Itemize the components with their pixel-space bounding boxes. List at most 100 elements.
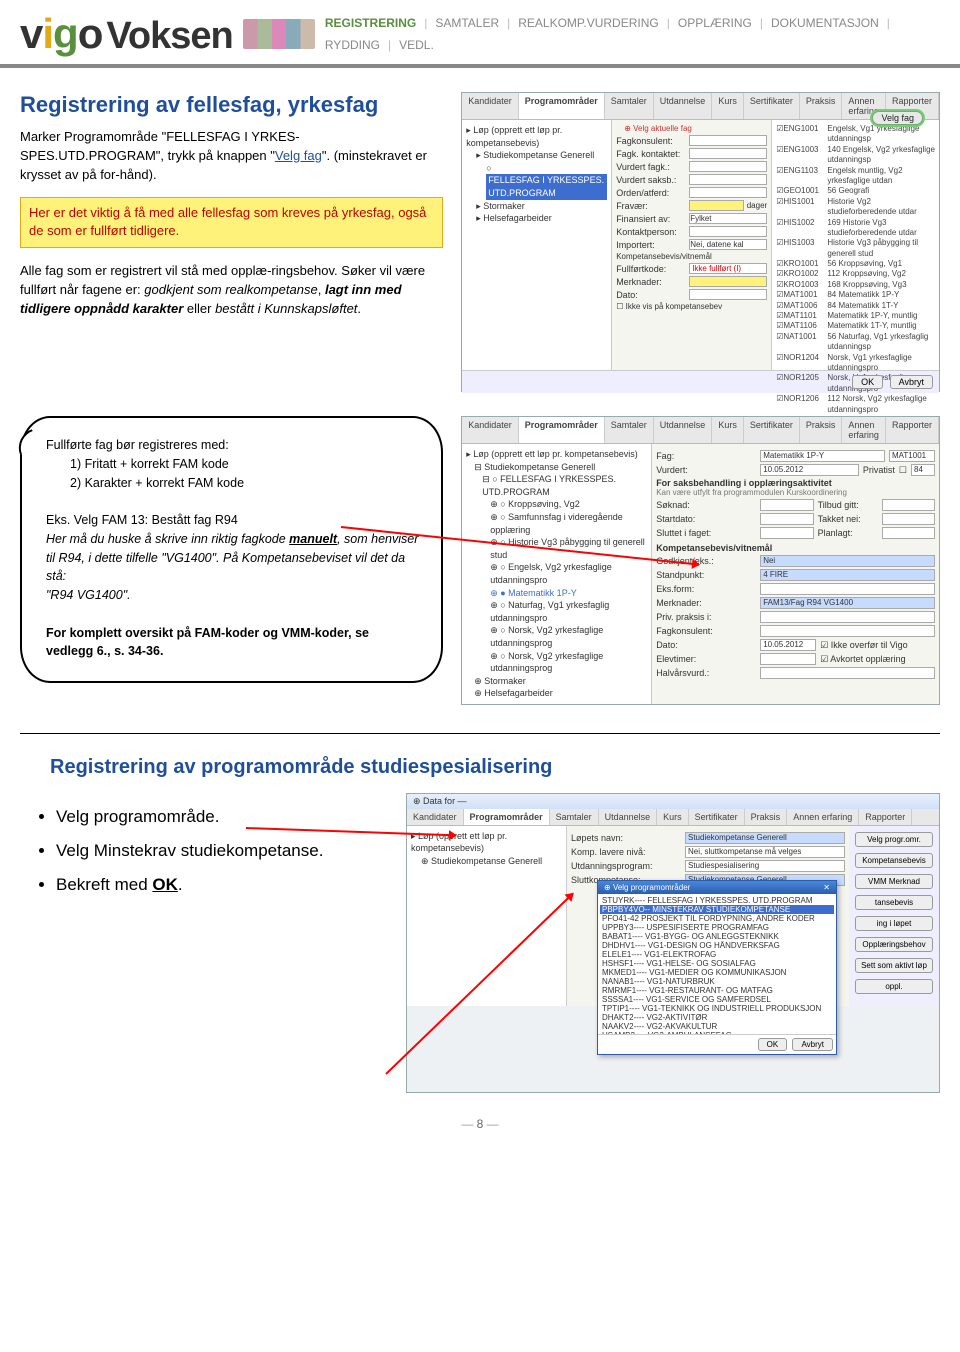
tab-annen erfaring[interactable]: Annen erfaring <box>842 417 886 443</box>
tab-samtaler[interactable]: Samtaler <box>550 809 599 825</box>
popup-avbryt-button[interactable]: Avbryt <box>792 1038 833 1051</box>
popup-item[interactable]: TPTIP1---- VG1-TEKNIKK OG INDUSTRIELL PR… <box>600 1004 834 1013</box>
fag-row[interactable]: ☑HIS1002169 Historie Vg3 studieforberede… <box>776 218 935 239</box>
opplaeringsbehov-button[interactable]: Opplæringsbehov <box>855 937 933 952</box>
fag-row[interactable]: ☑NOR1204Norsk, Vg1 yrkesfaglige utdannin… <box>776 353 935 374</box>
fag-row[interactable]: ☑KRO1003168 Kroppsøving, Vg3 <box>776 280 935 290</box>
popup-item[interactable]: NANAB1---- VG1-NATURBRUK <box>600 977 834 986</box>
kompetansebevis-button[interactable]: Kompetansebevis <box>855 853 933 868</box>
tab-praksis[interactable]: Praksis <box>745 809 788 825</box>
startdato-input[interactable] <box>760 513 813 525</box>
fag-row[interactable]: ☑MAT100684 Matematikk 1T-Y <box>776 301 935 311</box>
fag-input[interactable]: Matematikk 1P-Y <box>760 450 885 462</box>
kontaktperson-input[interactable] <box>689 226 767 237</box>
popup-item[interactable]: MKMED1---- VG1-MEDIER OG KOMMUNIKASJON <box>600 968 834 977</box>
tab-annen erfaring[interactable]: Annen erfaring <box>787 809 859 825</box>
tab-kurs[interactable]: Kurs <box>712 417 744 443</box>
popup-list[interactable]: STUYRK---- FELLESFAG I YRKESSPES. UTD.PR… <box>598 894 836 1034</box>
tab-kandidater[interactable]: Kandidater <box>407 809 464 825</box>
tab-samtaler[interactable]: Samtaler <box>605 417 654 443</box>
popup-item[interactable]: UPPBY3---- USPESIFISERTE PROGRAMFAG <box>600 923 834 932</box>
tab-utdannelse[interactable]: Utdannelse <box>654 417 713 443</box>
velg-fag-link[interactable]: Velg fag <box>275 148 322 163</box>
fag-row[interactable]: ☑ENG1001Engelsk, Vg1 yrkesfaglige utdann… <box>776 124 935 145</box>
velg-progr-omr-button[interactable]: Velg progr.omr. <box>855 832 933 847</box>
fagkonsulent-input[interactable] <box>689 135 767 146</box>
popup-ok-button[interactable]: OK <box>758 1038 788 1051</box>
utdanningsprogram-input[interactable]: Studiespesialisering <box>685 860 845 872</box>
fullfortkode-input[interactable]: Ikke fullført (I) <box>689 263 767 274</box>
godkjent-input[interactable]: Nei <box>760 555 935 567</box>
tab-kandidater[interactable]: Kandidater <box>462 417 519 443</box>
standpunkt-input[interactable]: 4 FIRE <box>760 569 935 581</box>
dato2-input[interactable]: 10.05.2012 <box>760 639 816 651</box>
tab-rapporter[interactable]: Rapporter <box>859 809 912 825</box>
ikke-overfor-checkbox[interactable]: Ikke overfør til Vigo <box>831 640 908 650</box>
popup-item[interactable]: RMRMF1---- VG1-RESTAURANT- OG MATFAG <box>600 986 834 995</box>
tab-praksis[interactable]: Praksis <box>800 93 843 119</box>
fravaer-input[interactable] <box>689 200 744 211</box>
fag-row[interactable]: ☑KRO1002112 Kroppsøving, Vg2 <box>776 269 935 279</box>
ing-lopet-button[interactable]: ing i løpet <box>855 916 933 931</box>
popup-item[interactable]: BABAT1---- VG1-BYGG- OG ANLEGGSTEKNIKK <box>600 932 834 941</box>
popup-item[interactable]: STUYRK---- FELLESFAG I YRKESSPES. UTD.PR… <box>600 896 834 905</box>
vmm-merknad-button[interactable]: VMM Merknad <box>855 874 933 889</box>
avkortet-checkbox[interactable]: Avkortet opplæring <box>830 654 905 664</box>
tab-kandidater[interactable]: Kandidater <box>462 93 519 119</box>
fag-row[interactable]: ☑ENG1103Engelsk muntlig, Vg2 yrkesfaglig… <box>776 166 935 187</box>
tab-utdannelse[interactable]: Utdannelse <box>654 93 713 119</box>
popup-item[interactable]: SSSSA1---- VG1-SERVICE OG SAMFERDSEL <box>600 995 834 1004</box>
vurdert-input[interactable]: 10.05.2012 <box>760 464 859 476</box>
tansebevis-button[interactable]: tansebevis <box>855 895 933 910</box>
velg-fag-button[interactable]: Velg fag <box>872 111 923 125</box>
fag-row[interactable]: ☑KRO100156 Kroppsøving, Vg1 <box>776 259 935 269</box>
sluttet-input[interactable] <box>760 527 813 539</box>
tab-programområder[interactable]: Programområder <box>464 809 550 825</box>
fag-row[interactable]: ☑NOR1206112 Norsk, Vg2 yrkesfaglige utda… <box>776 394 935 415</box>
soknad-input[interactable] <box>760 499 813 511</box>
popup-item[interactable]: PFO41-42 PROSJEKT TIL FORDYPNING, ANDRE … <box>600 914 834 923</box>
dato-input[interactable] <box>689 289 767 300</box>
popup-item[interactable]: DHDHV1---- VG1-DESIGN OG HÅNDVERKSFAG <box>600 941 834 950</box>
popup-item[interactable]: NAAKV2---- VG2-AKVAKULTUR <box>600 1022 834 1031</box>
tab-sertifikater[interactable]: Sertifikater <box>689 809 745 825</box>
fag-row[interactable]: ☑MAT1101Matematikk 1P-Y, muntlig <box>776 311 935 321</box>
merknader-input[interactable] <box>689 276 767 287</box>
close-icon[interactable]: ✕ <box>823 883 830 892</box>
shot1-tree[interactable]: ▸ Løp (opprett ett løp pr. kompetansebev… <box>462 120 612 370</box>
fag-row[interactable]: ☑HIS1003Historie Vg3 påbygging til gener… <box>776 238 935 259</box>
avbryt-button[interactable]: Avbryt <box>890 375 933 389</box>
orden-input[interactable] <box>689 187 767 198</box>
tab-programområder[interactable]: Programområder <box>519 93 605 119</box>
ok-button[interactable]: OK <box>852 375 883 389</box>
eksform-input[interactable] <box>760 583 935 595</box>
fag-row[interactable]: ☑NAT100156 Naturfag, Vg1 yrkesfaglig utd… <box>776 332 935 353</box>
sett-aktivt-button[interactable]: Sett som aktivt løp <box>855 958 933 973</box>
oppl-button[interactable]: oppl. <box>855 979 933 994</box>
popup-item[interactable]: PBPBY4VO-- MINSTEKRAV STUDIEKOMPETANSE <box>600 905 834 914</box>
fag-row[interactable]: ☑ENG1003140 Engelsk, Vg2 yrkesfaglige ut… <box>776 145 935 166</box>
shot3-tree[interactable]: ▸ Løp (opprett ett løp pr. kompetansebev… <box>407 826 567 1006</box>
vurdert-fagk-input[interactable] <box>689 161 767 172</box>
tab-programområder[interactable]: Programområder <box>519 417 605 443</box>
lopets-navn-input[interactable]: Studiekompetanse Generell <box>685 832 845 844</box>
tab-kurs[interactable]: Kurs <box>657 809 689 825</box>
fag-row[interactable]: ☑MAT1106Matematikk 1T-Y, muntlig <box>776 321 935 331</box>
tab-sertifikater[interactable]: Sertifikater <box>744 417 800 443</box>
importert-input[interactable]: Nei, datene kal <box>689 239 767 250</box>
popup-item[interactable]: ELELE1---- VG1-ELEKTROFAG <box>600 950 834 959</box>
finansiert-input[interactable]: Fylket <box>689 213 767 224</box>
fag-row[interactable]: ☑GEO100156 Geografi <box>776 186 935 196</box>
merknader2-input[interactable]: FAM13/Fag R94 VG1400 <box>760 597 935 609</box>
komp-lavere-input[interactable]: Nei, sluttkompetanse må velges <box>685 846 845 858</box>
fagk-kontaktet-input[interactable] <box>689 148 767 159</box>
shot2-tree[interactable]: ▸ Løp (opprett ett løp pr. kompetansebev… <box>462 444 652 704</box>
tab-samtaler[interactable]: Samtaler <box>605 93 654 119</box>
tab-praksis[interactable]: Praksis <box>800 417 843 443</box>
shot1-fag-list[interactable]: ☑ENG1001Engelsk, Vg1 yrkesfaglige utdann… <box>772 120 939 370</box>
tab-utdannelse[interactable]: Utdannelse <box>599 809 658 825</box>
popup-item[interactable]: DHAKT2---- VG2-AKTIVITØR <box>600 1013 834 1022</box>
tab-kurs[interactable]: Kurs <box>712 93 744 119</box>
popup-item[interactable]: HSHSF1---- VG1-HELSE- OG SOSIALFAG <box>600 959 834 968</box>
fag-row[interactable]: ☑HIS1001Historie Vg2 studieforberedende … <box>776 197 935 218</box>
